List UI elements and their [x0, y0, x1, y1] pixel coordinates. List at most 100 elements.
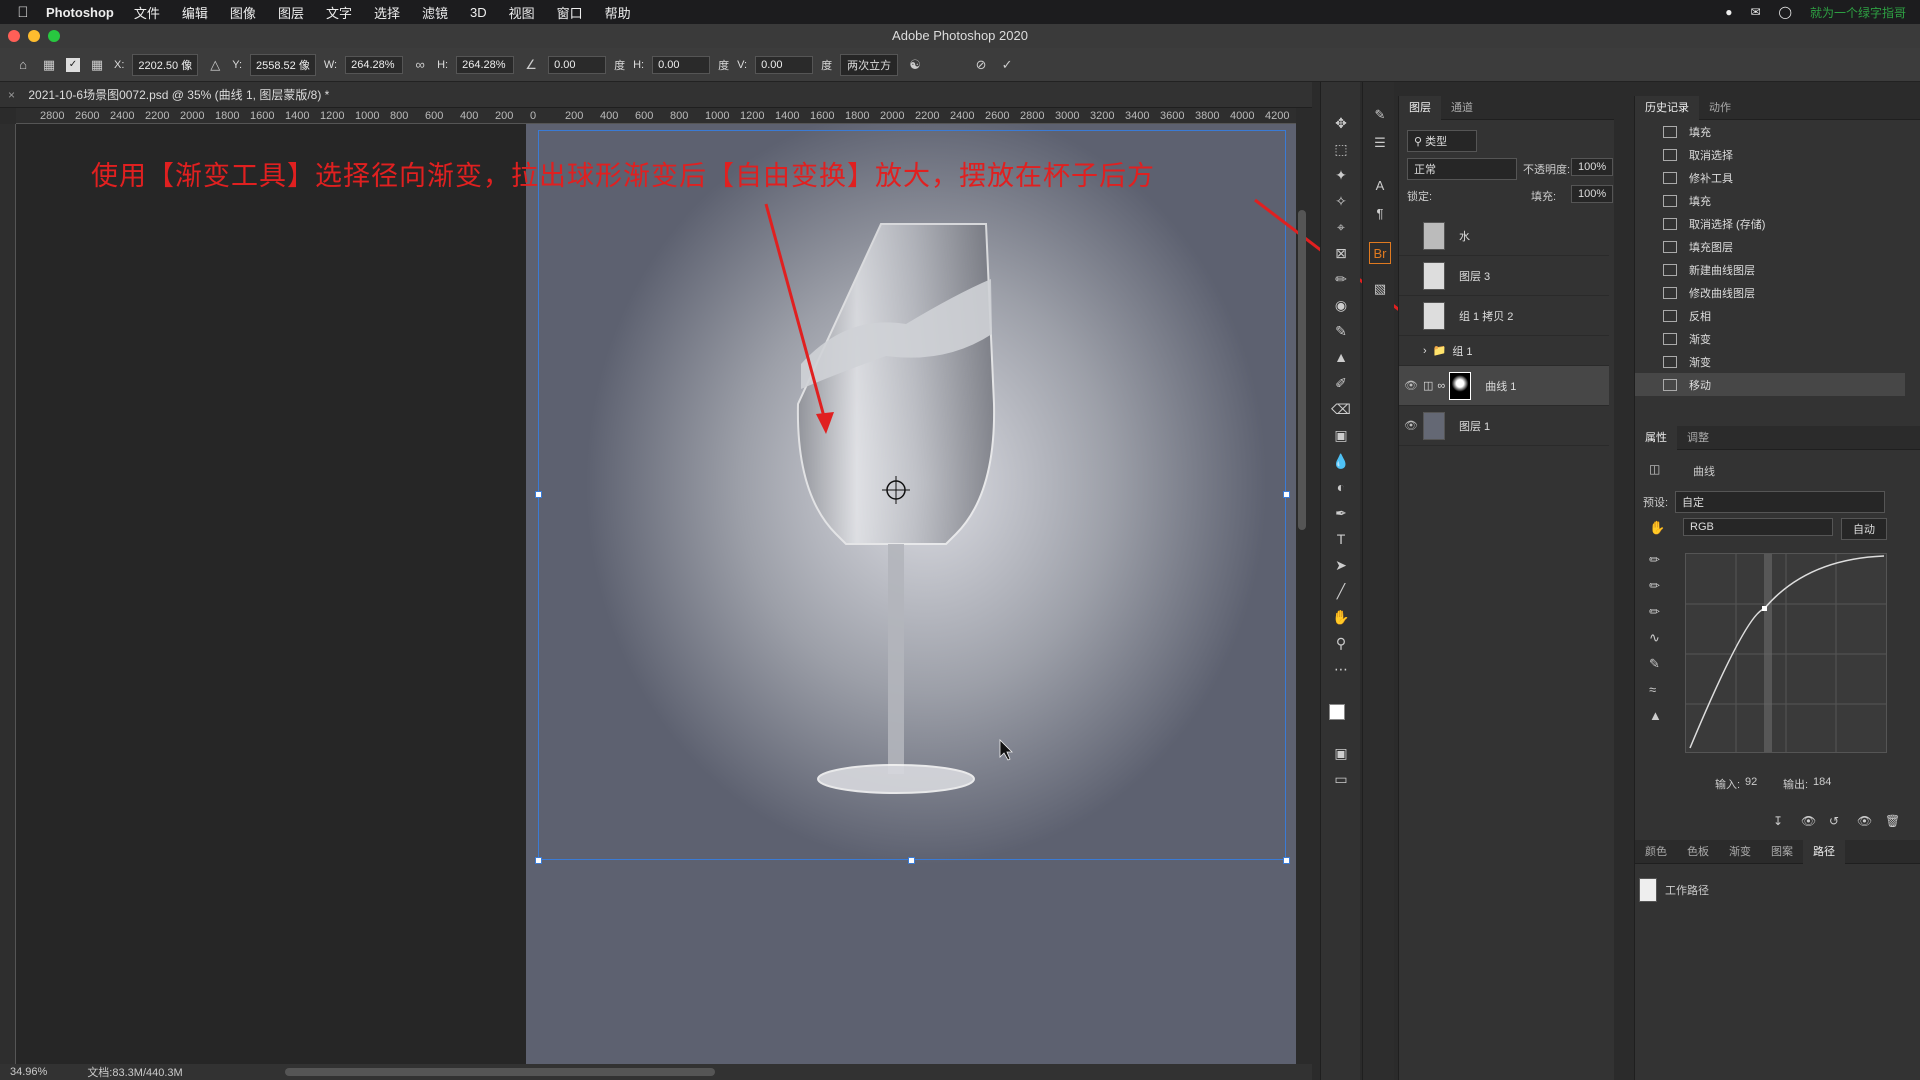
tab-color[interactable]: 颜色: [1635, 840, 1677, 864]
gray-point-eyedropper-icon[interactable]: ✏: [1649, 578, 1660, 594]
tab-paths[interactable]: 路径: [1803, 839, 1845, 864]
menu-window[interactable]: 窗口: [557, 3, 583, 22]
eye-icon[interactable]: 👁: [1399, 419, 1423, 432]
path-select-icon[interactable]: ➤: [1329, 554, 1353, 576]
character-icon[interactable]: A: [1369, 174, 1391, 196]
horizontal-scrollbar[interactable]: [285, 1068, 715, 1076]
tab-adjustments[interactable]: 调整: [1677, 426, 1719, 450]
cancel-transform-icon[interactable]: ⊘: [972, 56, 990, 74]
brush-tool-icon[interactable]: ✎: [1329, 320, 1353, 342]
curve-edit-icon[interactable]: ∿: [1649, 630, 1660, 646]
y-position-field[interactable]: 2558.52 像: [250, 53, 316, 76]
history-item[interactable]: 移动: [1635, 373, 1905, 396]
adjustments-icon[interactable]: ☰: [1369, 132, 1391, 154]
more-tools-icon[interactable]: ⋯: [1329, 658, 1353, 680]
close-tab-icon[interactable]: ×: [8, 88, 15, 102]
magic-wand-icon[interactable]: ✧: [1329, 190, 1353, 212]
link-icon[interactable]: ∞: [411, 56, 429, 74]
eyedropper-icon[interactable]: ✏: [1329, 268, 1353, 290]
layer-row[interactable]: 水: [1399, 216, 1609, 256]
history-item[interactable]: 填充图层: [1635, 235, 1905, 258]
angle-field[interactable]: 0.00: [548, 55, 607, 74]
curves-graph[interactable]: [1685, 553, 1887, 753]
tab-patterns[interactable]: 图案: [1761, 840, 1803, 864]
tab-actions[interactable]: 动作: [1699, 96, 1741, 120]
zoom-level[interactable]: 34.96%: [10, 1066, 47, 1078]
eye-icon[interactable]: 👁: [1399, 379, 1423, 392]
brush-settings-icon[interactable]: ✎: [1369, 104, 1391, 126]
bridge-icon[interactable]: Br: [1369, 242, 1391, 264]
delete-icon[interactable]: 🗑: [1885, 814, 1900, 828]
history-item[interactable]: 修补工具: [1635, 166, 1905, 189]
menu-layer[interactable]: 图层: [278, 3, 304, 22]
minimize-window-button[interactable]: [28, 30, 40, 42]
menu-view[interactable]: 视图: [509, 3, 535, 22]
menu-image[interactable]: 图像: [230, 3, 256, 22]
path-row[interactable]: 工作路径: [1639, 878, 1709, 902]
history-item[interactable]: 新建曲线图层: [1635, 258, 1905, 281]
history-item[interactable]: 反相: [1635, 304, 1905, 327]
layer-comps-icon[interactable]: ▧: [1369, 278, 1391, 300]
gradient-tool-icon[interactable]: ▣: [1329, 424, 1353, 446]
layer-mask-thumbnail[interactable]: [1449, 371, 1472, 400]
h-skew-field[interactable]: 0.00: [652, 55, 711, 74]
apple-icon[interactable]: : [0, 4, 46, 21]
reference-point-icon[interactable]: ▦: [88, 56, 106, 74]
output-value[interactable]: 184: [1813, 776, 1831, 788]
layer-row-selected[interactable]: 👁 ◫ ∞ 曲线 1: [1399, 366, 1609, 406]
history-brush-icon[interactable]: ✐: [1329, 372, 1353, 394]
histogram-warning-icon[interactable]: ▲: [1649, 708, 1662, 723]
tab-channels[interactable]: 通道: [1441, 96, 1483, 120]
interpolation-select[interactable]: 两次立方: [840, 53, 899, 76]
marquee-tool-icon[interactable]: ⬚: [1329, 138, 1353, 160]
tab-history[interactable]: 历史记录: [1635, 95, 1699, 120]
transform-handle-left[interactable]: [535, 491, 542, 498]
history-item[interactable]: 取消选择: [1635, 143, 1905, 166]
quick-mask-icon[interactable]: ▣: [1329, 742, 1353, 764]
opacity-field[interactable]: 100%: [1571, 158, 1614, 176]
transform-handle-bottom-right[interactable]: [1283, 857, 1290, 864]
vertical-scrollbar[interactable]: [1298, 210, 1306, 530]
zoom-window-button[interactable]: [48, 30, 60, 42]
history-item[interactable]: 修改曲线图层: [1635, 281, 1905, 304]
menu-select[interactable]: 选择: [374, 3, 400, 22]
reset-icon[interactable]: ↺: [1829, 814, 1839, 828]
menu-3d[interactable]: 3D: [470, 5, 487, 20]
move-tool-icon[interactable]: ✥: [1329, 112, 1353, 134]
transform-bounding-box[interactable]: [538, 130, 1286, 860]
pencil-icon[interactable]: ✎: [1649, 656, 1660, 672]
transform-handle-bottom[interactable]: [908, 857, 915, 864]
tab-gradients[interactable]: 渐变: [1719, 840, 1761, 864]
auto-button[interactable]: 自动: [1841, 518, 1887, 540]
menu-help[interactable]: 帮助: [605, 3, 631, 22]
record-icon[interactable]: ●: [1725, 5, 1732, 19]
layer-filter-search[interactable]: ⚲ 类型: [1407, 130, 1477, 152]
visibility-icon[interactable]: 👁: [1857, 814, 1872, 828]
line-tool-icon[interactable]: ╱: [1329, 580, 1353, 602]
preset-select[interactable]: 自定: [1675, 491, 1885, 513]
v-skew-field[interactable]: 0.00: [755, 55, 814, 74]
chevron-right-icon[interactable]: ›: [1423, 345, 1427, 357]
history-item[interactable]: 填充: [1635, 189, 1905, 212]
checkbox-icon[interactable]: ✓: [66, 57, 80, 72]
view-previous-icon[interactable]: 👁: [1801, 814, 1816, 828]
smooth-icon[interactable]: ≈: [1649, 682, 1656, 697]
x-position-field[interactable]: 2202.50 像: [132, 53, 199, 76]
crop-tool-icon[interactable]: ⌖: [1329, 216, 1353, 238]
layer-row[interactable]: 👁 图层 1: [1399, 406, 1609, 446]
transform-handle-bottom-left[interactable]: [535, 857, 542, 864]
warp-icon[interactable]: ☯: [906, 56, 924, 74]
home-icon[interactable]: ⌂: [14, 56, 32, 74]
healing-brush-icon[interactable]: ◉: [1329, 294, 1353, 316]
tab-properties[interactable]: 属性: [1635, 425, 1677, 450]
canvas-area[interactable]: 使用【渐变工具】选择径向渐变，拉出球形渐变后【自由变换】放大，摆放在杯子后方: [16, 124, 1296, 1064]
tab-swatches[interactable]: 色板: [1677, 840, 1719, 864]
frame-tool-icon[interactable]: ⊠: [1329, 242, 1353, 264]
pen-tool-icon[interactable]: ✒: [1329, 502, 1353, 524]
target-adjust-icon[interactable]: ✋: [1649, 520, 1665, 536]
white-point-eyedropper-icon[interactable]: ✏: [1649, 604, 1660, 620]
clip-to-layer-icon[interactable]: ↧: [1773, 814, 1783, 828]
foreground-color-swatch[interactable]: [1329, 704, 1345, 720]
layer-group-row[interactable]: › 📁 组 1: [1399, 336, 1609, 366]
commit-transform-icon[interactable]: ✓: [998, 56, 1016, 74]
